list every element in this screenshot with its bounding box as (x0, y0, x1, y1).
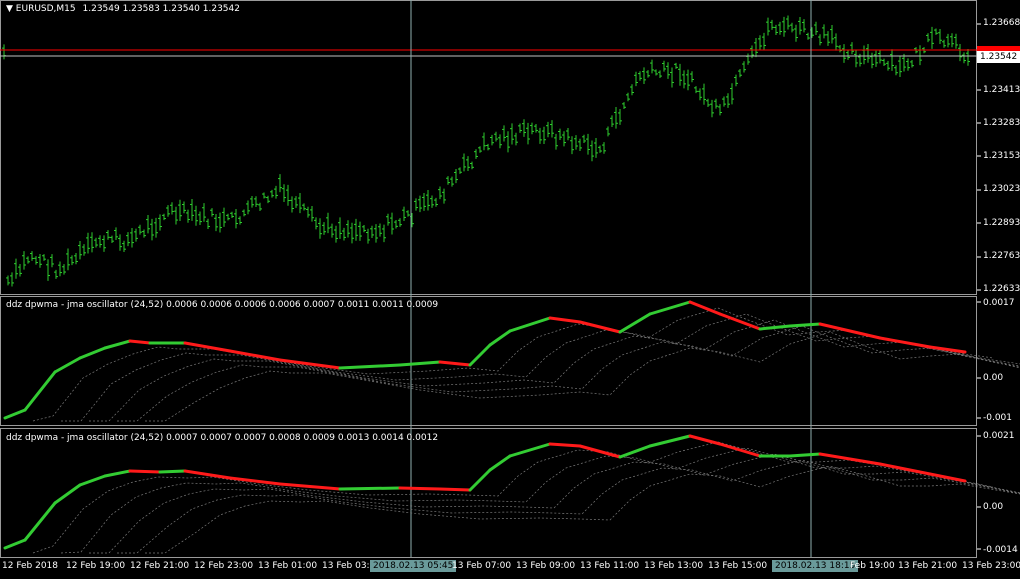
time-axis-label: 13 Feb 09:00 (516, 561, 576, 571)
crosshair-time-box: 2018.02.13 18:15 (772, 560, 859, 572)
osc1-axis-label: -0.001 (983, 413, 1013, 423)
price-axis-label: 1.23153 (983, 151, 1020, 161)
time-axis-label: 13 Feb 21:00 (898, 561, 958, 571)
time-axis-label: 13 Feb 13:00 (644, 561, 704, 571)
osc1-axis-label: 0.0017 (983, 298, 1015, 308)
time-axis-label: 12 Feb 2018 (2, 561, 59, 571)
oscillator-2-label: ddz dpwma - jma oscillator (24,52) 0.000… (6, 433, 439, 443)
time-axis-label: 13 Feb 07:00 (452, 561, 512, 571)
chart-title-row: ▼ EURUSD,M15 1.23549 1.23583 1.23540 1.2… (6, 4, 240, 14)
price-axis-label: 1.22763 (983, 251, 1020, 261)
osc2-axis-label: 0.0021 (983, 431, 1015, 441)
dropdown-arrow-icon[interactable]: ▼ (6, 4, 13, 14)
crosshair-time-box: 2018.02.13 05:45 (370, 560, 457, 572)
symbol-timeframe: EURUSD,M15 (15, 4, 76, 14)
time-axis-label: 12 Feb 19:00 (66, 561, 126, 571)
time-axis-label: 13 Feb 15:00 (708, 561, 768, 571)
time-axis-label: 13 Feb 01:00 (258, 561, 318, 571)
price-axis-label: 1.23023 (983, 184, 1020, 194)
price-axis-label: 1.22633 (983, 284, 1020, 294)
time-axis-label: 12 Feb 23:00 (194, 561, 254, 571)
osc2-axis-label: -0.0014 (983, 545, 1018, 555)
price-axis-label: 1.23668 (983, 18, 1020, 28)
time-axis-label: 12 Feb 21:00 (130, 561, 190, 571)
price-axis-label: 1.22893 (983, 218, 1020, 228)
osc1-axis-label: 0.00 (983, 373, 1004, 383)
price-axis-label: 1.23413 (983, 85, 1020, 95)
oscillator-1-label: ddz dpwma - jma oscillator (24,52) 0.000… (6, 300, 439, 310)
osc2-axis-label: 0.00 (983, 502, 1004, 512)
current-price-box: 1.23542 (977, 51, 1020, 63)
price-axis-label: 1.23283 (983, 118, 1020, 128)
oscillator-2-panel[interactable] (0, 428, 977, 558)
oscillator-1-panel[interactable] (0, 296, 977, 426)
time-axis-label: 13 Feb 11:00 (580, 561, 640, 571)
time-axis-label: Feb 19:00 (850, 561, 895, 571)
ohlc-values: 1.23549 1.23583 1.23540 1.23542 (82, 4, 240, 14)
time-axis-label: 13 Feb 23:00 (962, 561, 1020, 571)
